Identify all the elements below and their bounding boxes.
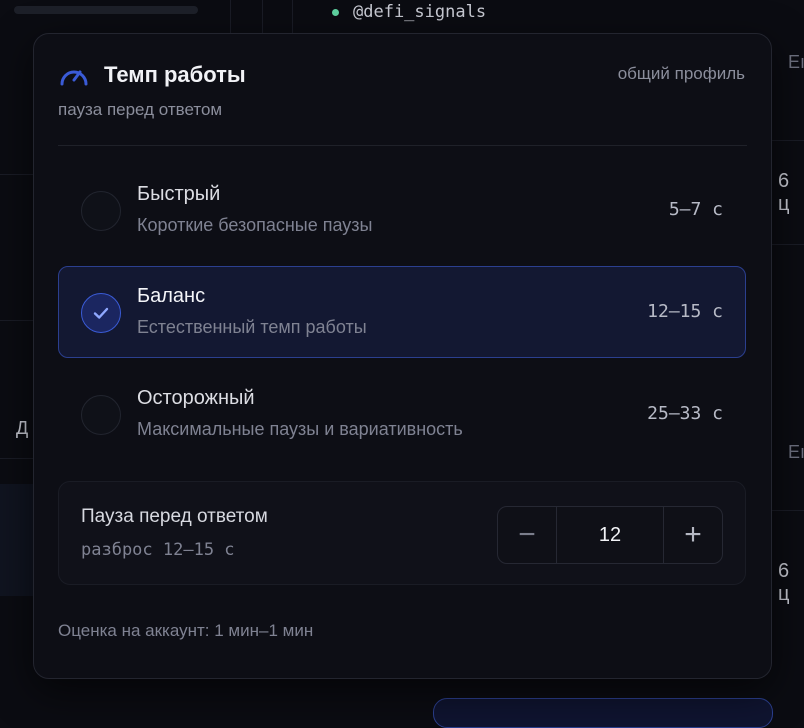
pace-option-fast[interactable]: Быстрый Короткие безопасные паузы 5–7 с <box>58 164 746 256</box>
row-divider <box>0 458 34 459</box>
primary-button[interactable] <box>433 698 773 728</box>
pause-spread: разброс 12–15 с <box>81 540 235 560</box>
option-name: Осторожный <box>137 387 255 410</box>
pause-setting-card: Пауза перед ответом разброс 12–15 с − 12… <box>58 481 746 585</box>
option-description: Короткие безопасные паузы <box>137 215 373 236</box>
row-divider <box>0 174 34 175</box>
option-range: 25–33 с <box>647 403 723 424</box>
option-range: 12–15 с <box>647 301 723 322</box>
side-label: Eı <box>788 442 804 463</box>
row-divider <box>772 244 804 245</box>
pause-stepper: − 12 + <box>497 506 723 564</box>
online-dot-icon <box>332 9 339 16</box>
side-label: 6 ц <box>778 560 804 606</box>
pace-option-careful[interactable]: Осторожный Максимальные паузы и вариатив… <box>58 368 746 460</box>
column-divider <box>230 0 231 34</box>
check-icon <box>90 302 112 324</box>
scroll-handle[interactable] <box>14 6 198 14</box>
profile-scope-label: общий профиль <box>618 64 745 84</box>
row-divider <box>772 510 804 511</box>
pause-value[interactable]: 12 <box>556 507 664 563</box>
popover-subtitle: пауза перед ответом <box>58 100 747 120</box>
account-estimate: Оценка на аккаунт: 1 мин–1 мин <box>58 621 313 641</box>
row-divider <box>0 320 34 321</box>
pace-option-balance[interactable]: Баланс Естественный темп работы 12–15 с <box>58 266 746 358</box>
channel-name: @defi_signals <box>353 2 486 22</box>
speedometer-icon <box>58 62 90 88</box>
side-label: 6 ц <box>778 170 804 216</box>
radio-button-checked[interactable] <box>81 293 121 333</box>
radio-button[interactable] <box>81 191 121 231</box>
option-description: Максимальные паузы и вариативность <box>137 419 463 440</box>
popover-title: Темп работы <box>104 62 246 88</box>
side-label: Д <box>16 418 28 439</box>
side-label: Eı <box>788 52 804 73</box>
option-name: Быстрый <box>137 183 220 206</box>
option-range: 5–7 с <box>669 199 723 220</box>
column-divider <box>262 0 263 34</box>
pause-label: Пауза перед ответом <box>81 506 268 528</box>
increment-button[interactable]: + <box>664 507 722 563</box>
row-divider <box>772 140 804 141</box>
channel-item[interactable]: @defi_signals <box>332 2 486 22</box>
popover-header: Темп работы общий профиль пауза перед от… <box>58 62 747 120</box>
column-divider <box>292 0 293 34</box>
header-divider <box>58 145 747 146</box>
decrement-button[interactable]: − <box>498 507 556 563</box>
option-description: Естественный темп работы <box>137 317 367 338</box>
side-panel <box>0 484 34 596</box>
pace-popover: Темп работы общий профиль пауза перед от… <box>33 33 772 679</box>
option-name: Баланс <box>137 285 205 308</box>
radio-button[interactable] <box>81 395 121 435</box>
